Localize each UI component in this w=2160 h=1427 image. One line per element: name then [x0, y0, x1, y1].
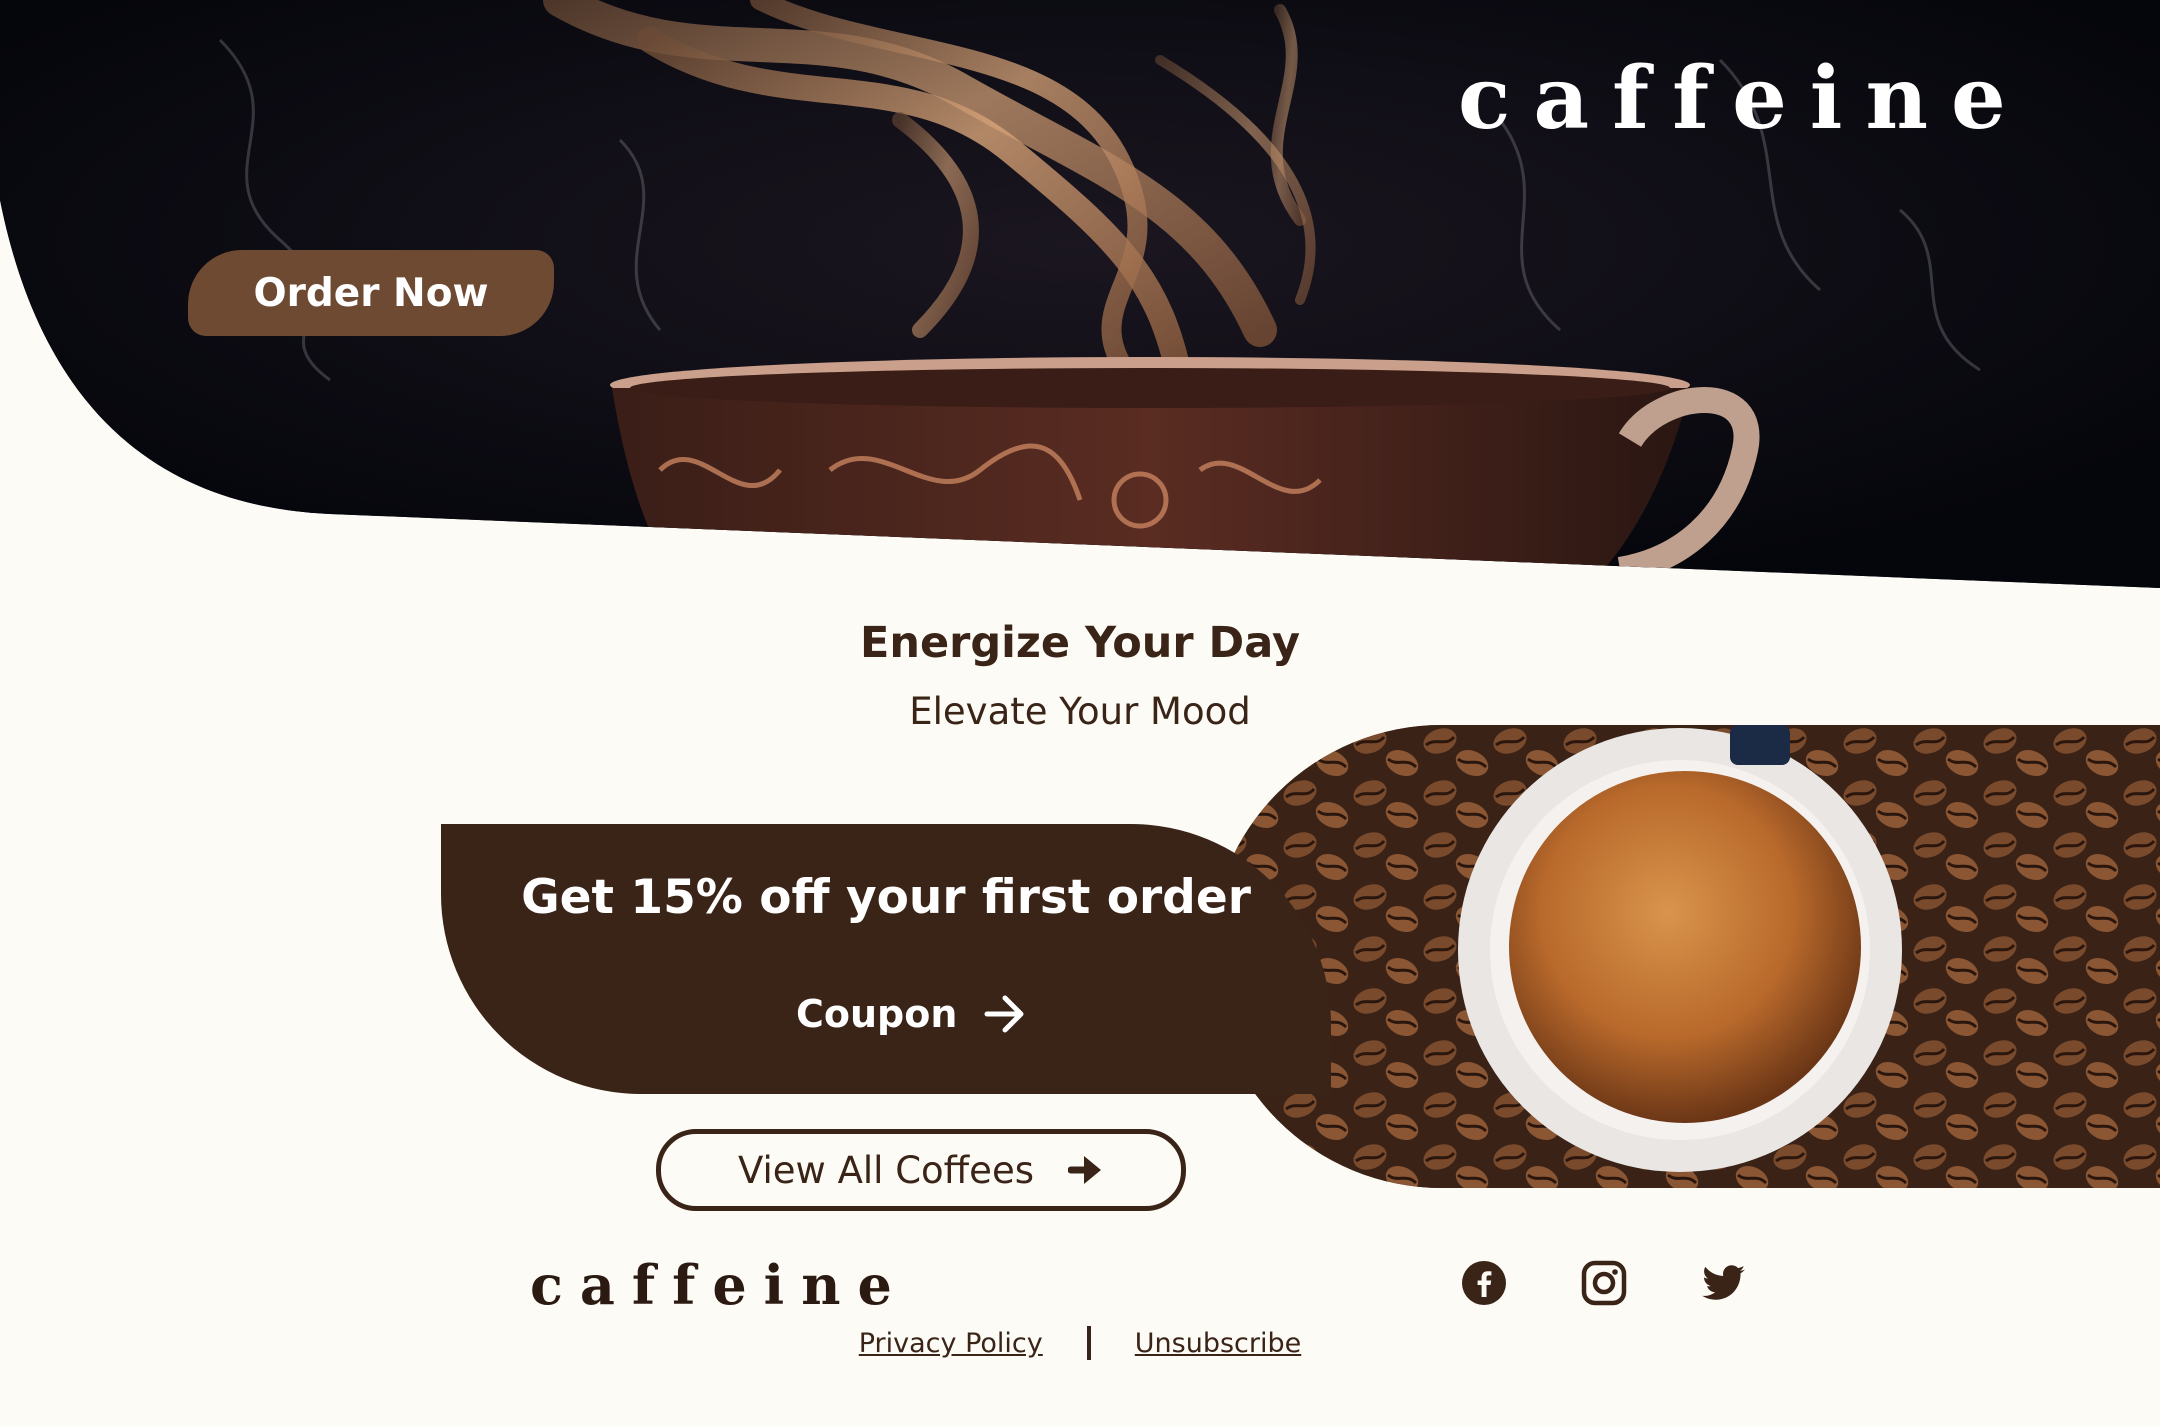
twitter-icon[interactable]: [1701, 1260, 1747, 1306]
arrow-right-icon: [984, 995, 1024, 1033]
unsubscribe-link[interactable]: Unsubscribe: [1135, 1328, 1301, 1359]
facebook-icon[interactable]: [1461, 1260, 1507, 1306]
espresso-beans-image: [1210, 725, 2160, 1188]
promo-title: Get 15% off your first order: [521, 870, 1251, 925]
order-now-button[interactable]: Order Now: [188, 250, 554, 336]
footer-links: Privacy Policy Unsubscribe: [0, 1326, 2160, 1360]
hero-banner: caffeine Order Now: [0, 0, 2160, 610]
arrow-right-icon: [1067, 1156, 1101, 1184]
hero-brand-logo: caffeine: [1458, 48, 2029, 149]
headline-title: Energize Your Day: [860, 618, 1300, 668]
instagram-icon[interactable]: [1581, 1260, 1627, 1306]
view-all-label: View All Coffees: [738, 1148, 1034, 1192]
footer-brand-logo: caffeine: [530, 1253, 909, 1317]
promo-card: Get 15% off your first order Coupon: [441, 824, 1331, 1094]
view-all-coffees-button[interactable]: View All Coffees: [656, 1129, 1186, 1211]
privacy-policy-link[interactable]: Privacy Policy: [859, 1328, 1043, 1359]
coupon-label: Coupon: [796, 992, 958, 1036]
coupon-button[interactable]: Coupon: [796, 992, 1027, 1036]
footer-divider: [1086, 1326, 1091, 1360]
